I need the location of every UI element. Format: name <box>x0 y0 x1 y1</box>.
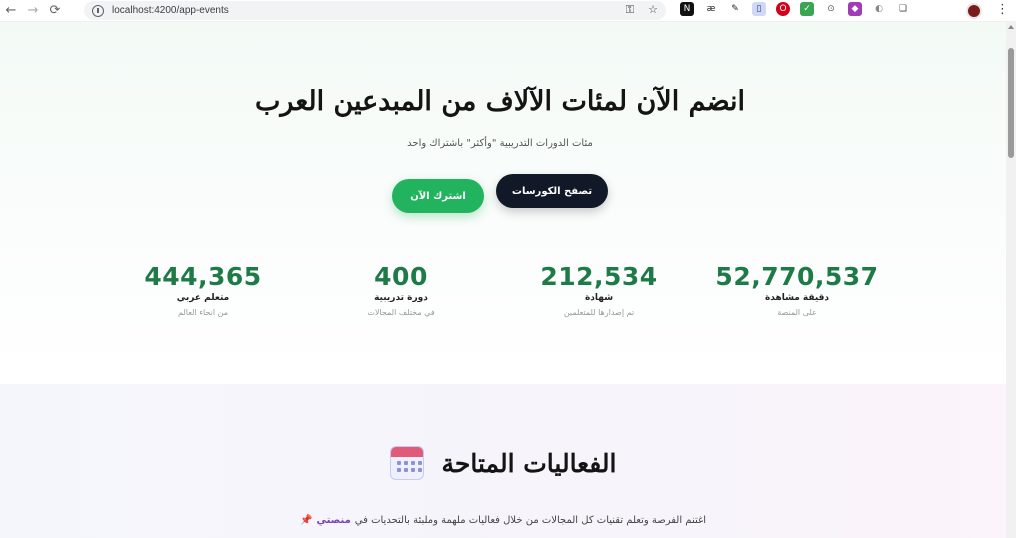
subscribe-now-button[interactable]: اشترك الآن <box>392 179 484 213</box>
extension-opera-icon[interactable]: O <box>776 2 790 16</box>
browser-menu-icon[interactable]: ⋮ <box>996 2 1009 17</box>
site-info-icon[interactable] <box>92 4 104 17</box>
extensions-puzzle-icon[interactable]: ❏ <box>896 2 910 16</box>
stat-sub: في مختلف المجالات <box>367 308 435 317</box>
address-bar[interactable]: localhost:4200/app-events ⚿ ☆ <box>84 1 666 20</box>
stat-sub: تم إصدارها للمتعلمين <box>563 308 635 317</box>
extension-ae-icon[interactable]: æ <box>704 2 718 16</box>
stat-learners: 444,365 متعلم عربي من انحاء العالم <box>118 262 288 317</box>
reload-icon[interactable]: ⟳ <box>44 0 66 22</box>
hero-section: انضم الآن لمئات الآلاف من المبدعين العرب… <box>0 22 1006 384</box>
back-icon[interactable]: ← <box>0 0 22 22</box>
extensions-bar: N æ ✎ ▯ O ✓ ⊙ ◆ ◐ ❏ <box>680 2 910 16</box>
stat-label: دقيقة مشاهدة <box>764 293 830 303</box>
scrollbar-thumb[interactable] <box>1008 48 1014 158</box>
events-subtitle: اغتنم الفرصة وتعلم تقنيات كل المجالات من… <box>0 515 1006 526</box>
calendar-icon <box>389 446 424 480</box>
stat-value: 52,770,537 <box>715 262 879 291</box>
stat-watch-minutes: 52,770,537 دقيقة مشاهدة على المنصة <box>712 262 882 317</box>
extension-n-icon[interactable]: N <box>680 2 694 16</box>
url-text[interactable]: localhost:4200/app-events <box>112 5 229 16</box>
extension-half-icon[interactable]: ◐ <box>872 2 886 16</box>
events-title: الفعاليات المتاحة <box>441 448 617 478</box>
browser-toolbar: ← → ⟳ localhost:4200/app-events ⚿ ☆ N æ … <box>0 0 1016 22</box>
stat-certificates: 212,534 شهادة تم إصدارها للمتعلمين <box>514 262 684 317</box>
events-heading: الفعاليات المتاحة <box>0 446 1006 480</box>
stat-value: 212,534 <box>540 262 658 291</box>
hero-title: انضم الآن لمئات الآلاف من المبدعين العرب <box>255 86 745 117</box>
key-icon[interactable]: ⚿ <box>626 3 634 17</box>
stat-sub: من انحاء العالم <box>178 308 228 317</box>
extension-shield-icon[interactable]: ✓ <box>800 2 814 16</box>
extension-pen-icon[interactable]: ✎ <box>728 2 742 16</box>
profile-avatar[interactable] <box>966 3 982 19</box>
extension-doc-icon[interactable]: ▯ <box>752 2 766 16</box>
pin-icon: 📌 <box>300 515 313 526</box>
browse-courses-button[interactable]: تصفح الكورسات <box>496 174 608 208</box>
stat-label: متعلم عربي <box>176 293 230 303</box>
stat-sub: على المنصة <box>777 308 817 317</box>
events-section: الفعاليات المتاحة اغتنم الفرصة وتعلم تقن… <box>0 384 1006 538</box>
brand-name: منصتي <box>316 515 351 526</box>
stat-value: 444,365 <box>144 262 262 291</box>
extension-purple-icon[interactable]: ◆ <box>848 2 862 16</box>
forward-icon[interactable]: → <box>22 0 44 22</box>
stat-value: 400 <box>374 262 428 291</box>
stat-courses: 400 دورة تدريبية في مختلف المجالات <box>316 262 486 317</box>
hero-subtitle: مئات الدورات التدريبية "وأكثر" باشتراك و… <box>407 138 593 149</box>
stat-label: دورة تدريبية <box>374 293 428 303</box>
stat-label: شهادة <box>584 293 614 303</box>
extension-globe-icon[interactable]: ⊙ <box>824 2 838 16</box>
bookmark-star-icon[interactable]: ☆ <box>648 3 658 17</box>
events-subtitle-text: اغتنم الفرصة وتعلم تقنيات كل المجالات من… <box>354 515 707 526</box>
scroll-up-arrow-icon[interactable] <box>1008 25 1014 29</box>
